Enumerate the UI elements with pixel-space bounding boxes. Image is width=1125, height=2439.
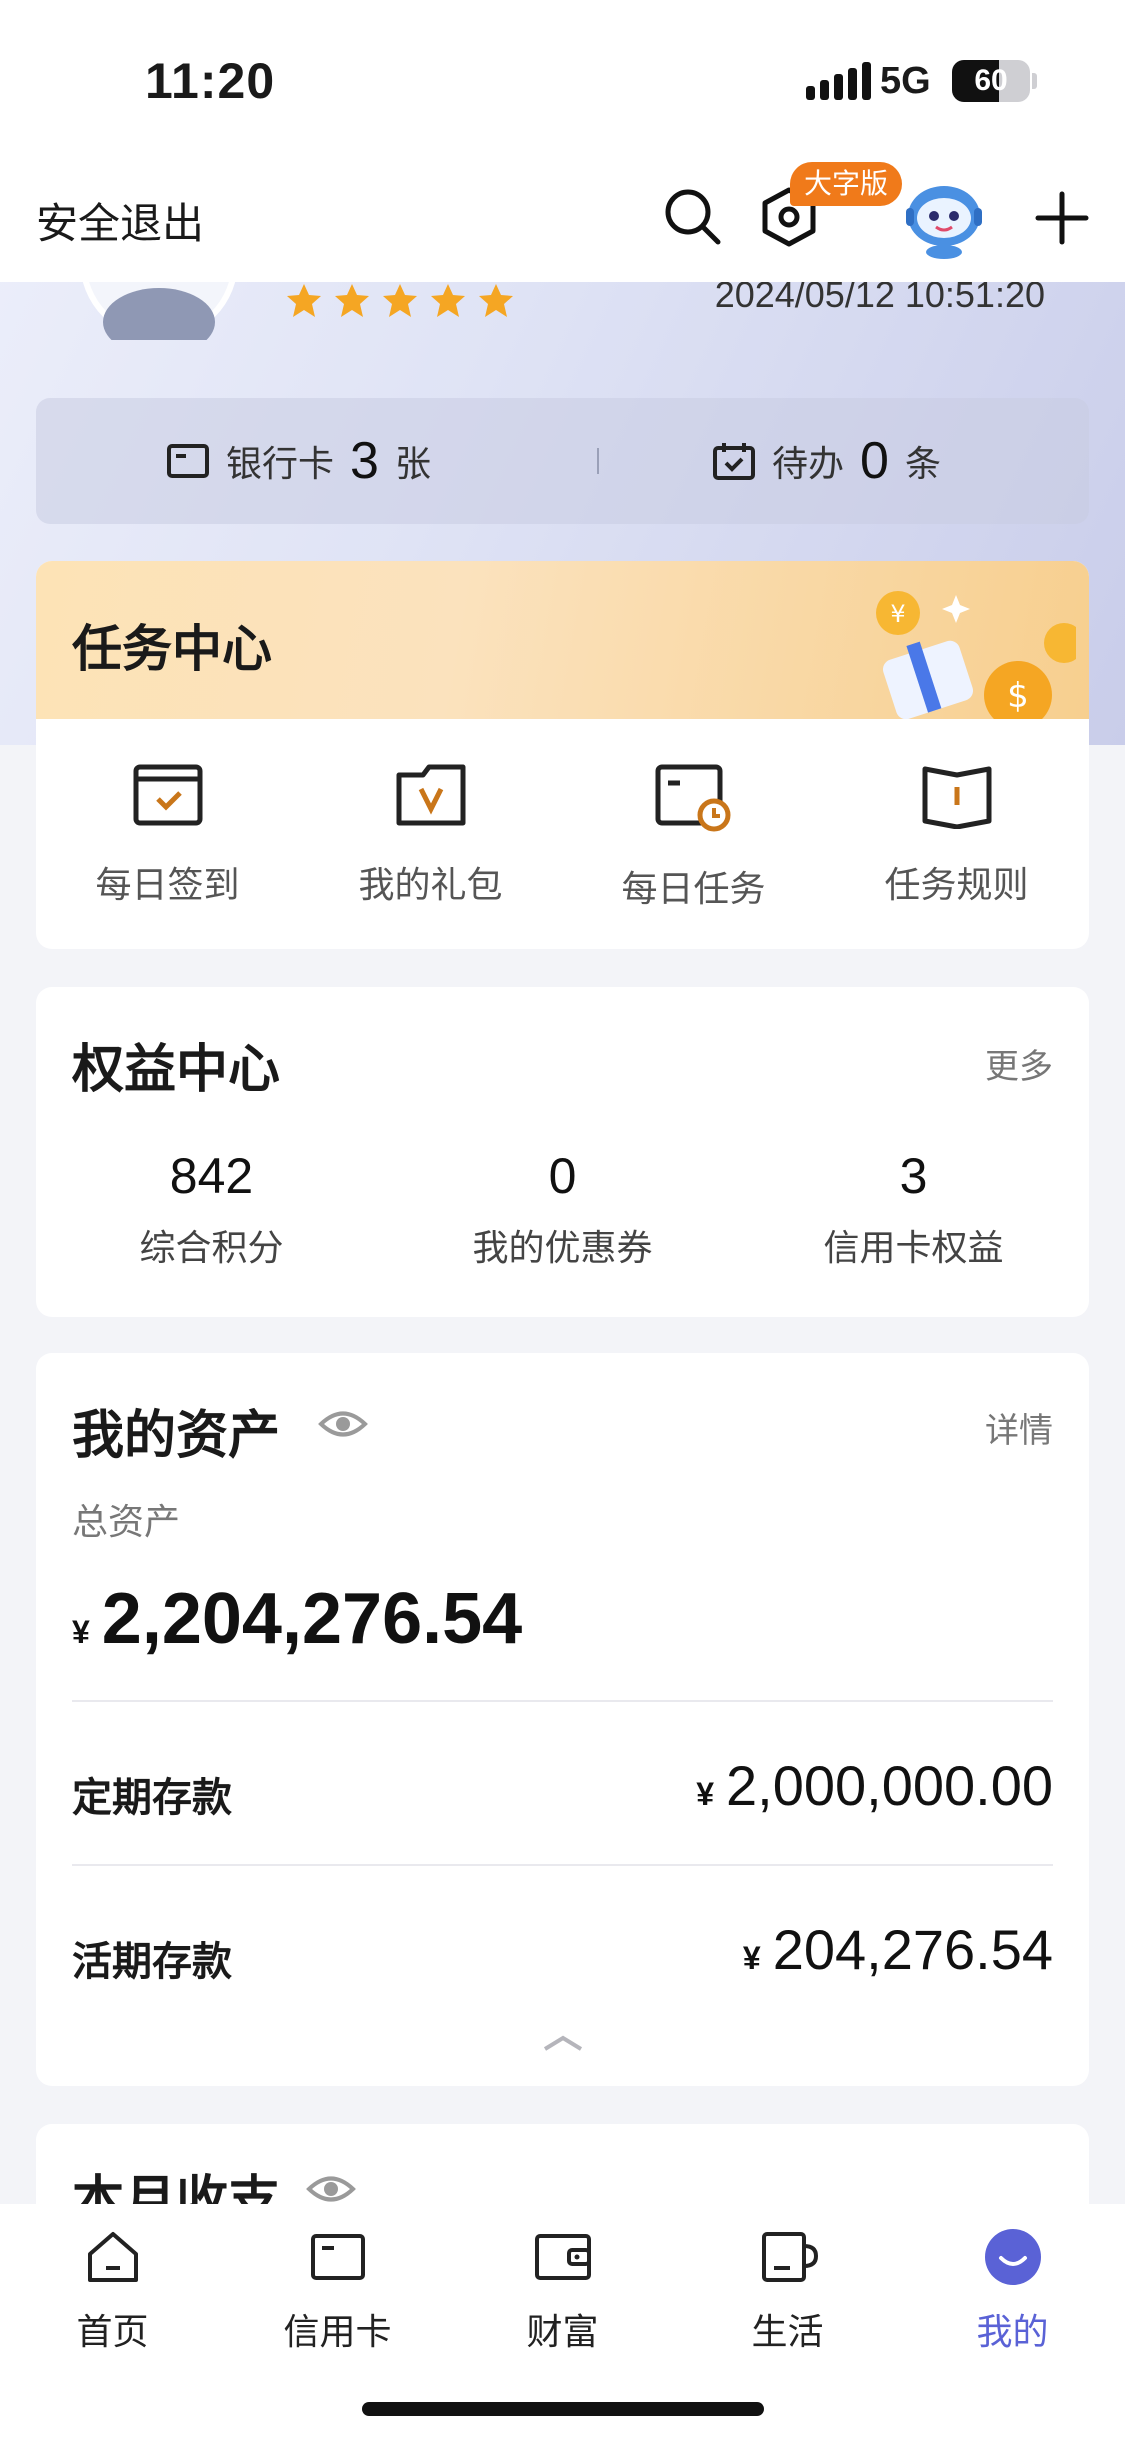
todo-counter[interactable]: 待办 0 条	[712, 398, 941, 524]
star-icon	[431, 284, 465, 317]
task-label: 任务规则	[884, 864, 1029, 905]
bank-card-unit: 张	[394, 443, 431, 484]
battery-level: 60	[974, 64, 1008, 97]
logout-button[interactable]: 安全退出	[36, 190, 204, 251]
counter-divider	[597, 448, 599, 474]
gift-coins-illustration: ¥ $	[876, 591, 1076, 719]
rules-book-icon	[922, 766, 991, 830]
asset-row-fixed-deposit[interactable]: 定期存款 ¥2,000,000.00	[72, 1745, 1053, 1825]
rights-coupons[interactable]: 0 我的优惠券	[387, 1147, 738, 1271]
big-font-badge[interactable]: 大字版	[790, 162, 903, 206]
assets-detail-link[interactable]: 详情	[985, 1403, 1053, 1452]
member-star-rating	[285, 282, 515, 320]
asset-amount-value: 2,000,000.00	[726, 1754, 1053, 1817]
collapse-chevron-icon[interactable]	[542, 2033, 584, 2053]
svg-text:$: $	[1007, 676, 1029, 716]
task-label: 我的礼包	[358, 864, 503, 905]
tab-label: 生活	[751, 2311, 824, 2352]
tab-wealth[interactable]: 财富	[450, 2228, 675, 2355]
bank-card-icon	[167, 444, 209, 478]
wallet-icon	[534, 2234, 591, 2280]
svg-text:¥: ¥	[890, 600, 905, 628]
rights-value: 3	[899, 1148, 928, 1204]
tab-credit-card[interactable]: 信用卡	[225, 2228, 450, 2355]
bank-card-label: 银行卡	[226, 443, 335, 484]
assistant-robot-icon[interactable]	[900, 180, 988, 260]
coffee-cup-icon	[761, 2232, 818, 2282]
top-header: 安全退出 大字版	[0, 160, 1125, 282]
rights-label: 我的优惠券	[472, 1227, 653, 1268]
task-center-banner[interactable]: 任务中心 ¥ $	[36, 561, 1089, 719]
asset-amount: ¥2,000,000.00	[696, 1753, 1053, 1818]
divider	[72, 1864, 1053, 1866]
tab-home[interactable]: 首页	[0, 2228, 225, 2355]
task-clock-icon	[655, 764, 730, 832]
rights-value: 842	[169, 1148, 254, 1204]
task-label: 每日任务	[621, 868, 766, 909]
rights-credit-card[interactable]: 3 信用卡权益	[738, 1147, 1089, 1271]
bank-card-count: 3	[350, 432, 379, 490]
todo-label: 待办	[772, 443, 845, 484]
tab-label: 首页	[76, 2311, 149, 2352]
asset-name: 活期存款	[72, 1940, 232, 1984]
tab-label: 我的	[976, 2311, 1049, 2352]
star-icon	[335, 284, 369, 317]
tab-life[interactable]: 生活	[675, 2228, 900, 2355]
rights-more-link[interactable]: 更多	[985, 1039, 1053, 1088]
tab-label: 信用卡	[283, 2311, 392, 2352]
todo-unit: 条	[904, 443, 941, 484]
todo-calendar-icon	[713, 443, 755, 480]
bank-card-counter[interactable]: 银行卡 3 张	[166, 398, 431, 524]
star-icon	[383, 284, 417, 317]
network-type: 5G	[880, 60, 931, 102]
status-bar: 11:20 5G 60	[0, 0, 1125, 160]
eye-icon[interactable]	[306, 2172, 356, 2206]
task-center-card: 任务中心 ¥ $ 每日签到 我的礼包 每日任务 任务规则	[36, 561, 1089, 949]
plus-icon[interactable]	[1034, 190, 1090, 246]
task-center-title: 任务中心	[72, 621, 272, 677]
rights-label: 信用卡权益	[823, 1227, 1004, 1268]
gift-folder-icon	[396, 764, 465, 826]
rights-center-title: 权益中心	[72, 1041, 281, 1099]
star-icon	[479, 284, 513, 317]
sign-in-card-icon	[133, 764, 202, 826]
battery-icon: 60	[952, 60, 1030, 102]
rights-center-card: 权益中心 更多 842 综合积分 0 我的优惠券 3 信用卡权益	[36, 987, 1089, 1317]
asset-name: 定期存款	[72, 1776, 232, 1820]
my-assets-card: 我的资产 详情 总资产 ¥2,204,276.54 定期存款 ¥2,000,00…	[36, 1353, 1089, 2086]
task-rules[interactable]: 任务规则	[825, 761, 1088, 908]
rights-label: 综合积分	[139, 1227, 284, 1268]
rights-value: 0	[548, 1148, 577, 1204]
rights-points[interactable]: 842 综合积分	[36, 1147, 387, 1271]
credit-card-icon	[310, 2234, 365, 2280]
home-indicator[interactable]	[362, 2402, 764, 2416]
signal-icon	[806, 62, 871, 100]
eye-icon[interactable]	[318, 1407, 368, 1441]
tab-me[interactable]: 我的	[900, 2228, 1125, 2355]
total-amount: 2,204,276.54	[101, 1579, 523, 1659]
currency-symbol: ¥	[696, 1776, 715, 1812]
asset-amount-value: 204,276.54	[772, 1918, 1053, 1981]
search-icon[interactable]	[662, 186, 724, 248]
todo-count: 0	[860, 432, 889, 490]
status-time: 11:20	[145, 53, 276, 109]
star-icon	[287, 284, 321, 317]
divider	[72, 1700, 1053, 1702]
tab-label: 财富	[526, 2311, 599, 2352]
battery-tip	[1032, 73, 1037, 89]
currency-symbol: ¥	[72, 1614, 90, 1650]
asset-amount: ¥204,276.54	[743, 1917, 1053, 1982]
assets-title: 我的资产	[72, 1407, 281, 1465]
task-daily-tasks[interactable]: 每日任务	[562, 761, 825, 912]
home-icon	[87, 2232, 138, 2282]
asset-row-current-deposit[interactable]: 活期存款 ¥204,276.54	[72, 1909, 1053, 1989]
task-my-gifts[interactable]: 我的礼包	[299, 761, 562, 908]
me-smile-icon	[984, 2229, 1041, 2285]
task-daily-checkin[interactable]: 每日签到	[36, 761, 299, 908]
total-assets-label: 总资产	[72, 1501, 181, 1542]
counter-bar: 银行卡 3 张 待办 0 条	[36, 398, 1089, 524]
total-assets-value: ¥2,204,276.54	[72, 1578, 522, 1660]
task-label: 每日签到	[95, 864, 240, 905]
currency-symbol: ¥	[742, 1940, 761, 1976]
